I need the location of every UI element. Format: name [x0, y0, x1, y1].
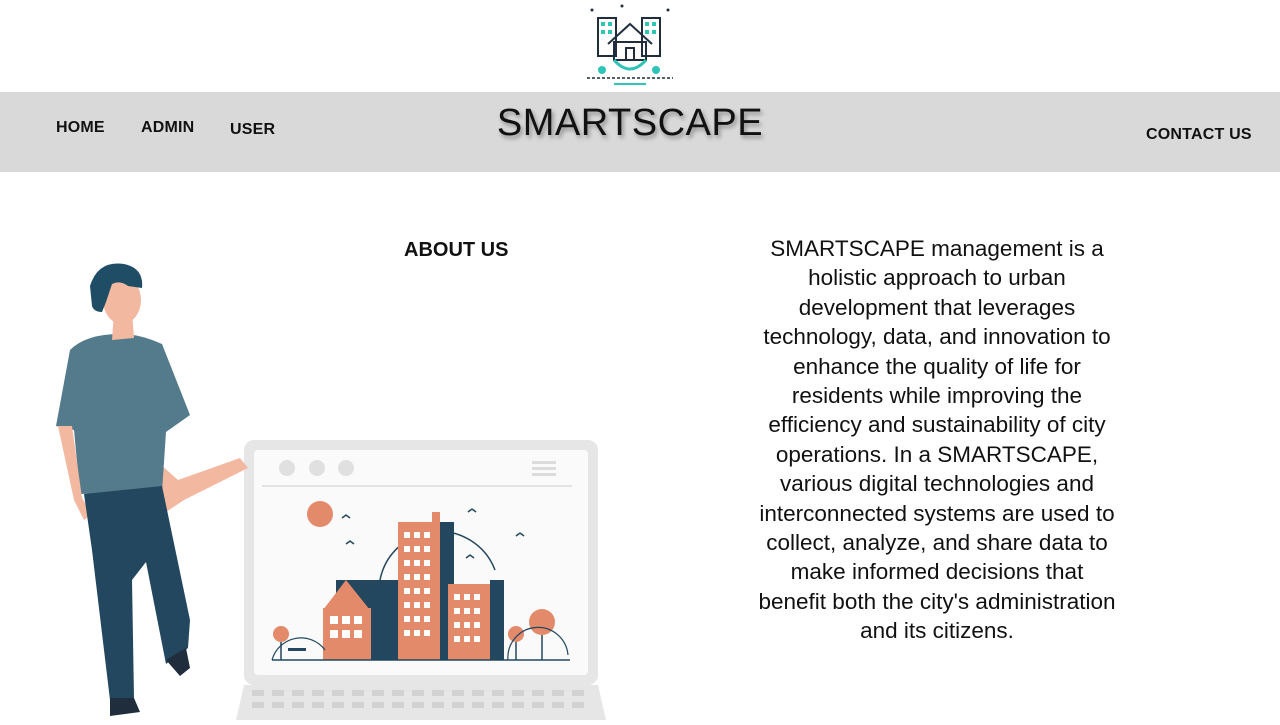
- about-us-description: SMARTSCAPE management is a holistic appr…: [758, 236, 1116, 644]
- person-with-laptop-city-illustration: [40, 250, 620, 720]
- nav-contact-link[interactable]: CONTACT US: [1146, 126, 1252, 144]
- navbar: HOME ADMIN USER SMARTSCAPE CONTACT US: [0, 92, 1280, 172]
- smart-city-logo-icon: [587, 4, 673, 85]
- brand-title: SMARTSCAPE: [496, 102, 764, 144]
- site-logo[interactable]: [584, 4, 676, 88]
